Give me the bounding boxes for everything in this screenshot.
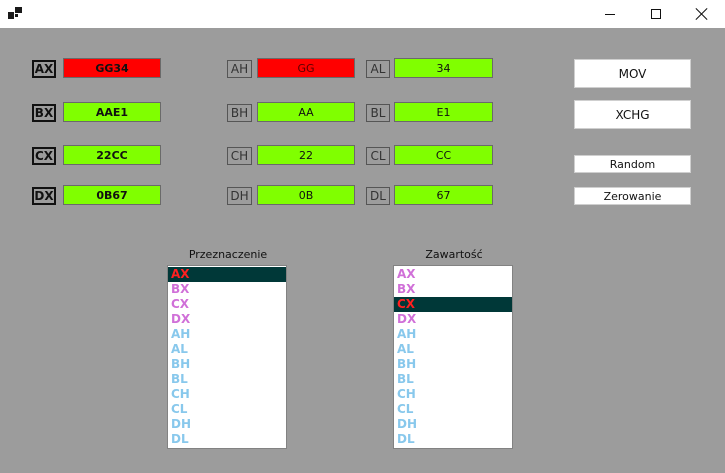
value-ax[interactable]: GG34 [63, 58, 161, 78]
destination-item-dh[interactable]: DH [168, 417, 286, 432]
source-item-dh[interactable]: DH [394, 417, 512, 432]
destination-item-bh[interactable]: BH [168, 357, 286, 372]
value-cl[interactable]: CC [394, 145, 493, 165]
source-item-dl[interactable]: DL [394, 432, 512, 447]
value-dx[interactable]: 0B67 [63, 185, 161, 205]
destination-item-bx[interactable]: BX [168, 282, 286, 297]
source-item-bh[interactable]: BH [394, 357, 512, 372]
label-dh: DH [227, 187, 252, 205]
source-item-ch[interactable]: CH [394, 387, 512, 402]
app-window-icon [8, 7, 22, 19]
value-cx[interactable]: 22CC [63, 145, 161, 165]
minimize-button[interactable] [587, 0, 633, 28]
label-bh: BH [227, 104, 252, 122]
destination-item-cl[interactable]: CL [168, 402, 286, 417]
close-button[interactable] [679, 0, 725, 28]
value-ah[interactable]: GG [257, 58, 355, 78]
label-bl: BL [366, 104, 390, 122]
source-title: Zawartość [425, 248, 483, 261]
value-bl[interactable]: E1 [394, 102, 493, 122]
source-item-al[interactable]: AL [394, 342, 512, 357]
destination-title: Przeznaczenie [188, 248, 268, 261]
minimize-icon [605, 13, 615, 15]
source-listbox[interactable]: AX BX CX DX AH AL BH BL CH CL DH DL [393, 265, 513, 449]
maximize-icon [651, 9, 661, 19]
destination-listbox[interactable]: AX BX CX DX AH AL BH BL CH CL DH DL [167, 265, 287, 449]
label-cl: CL [366, 147, 390, 165]
source-item-bl[interactable]: BL [394, 372, 512, 387]
source-item-bx[interactable]: BX [394, 282, 512, 297]
source-item-cl[interactable]: CL [394, 402, 512, 417]
destination-item-ch[interactable]: CH [168, 387, 286, 402]
label-al: AL [366, 60, 390, 78]
destination-item-ah[interactable]: AH [168, 327, 286, 342]
value-bx[interactable]: AAE1 [63, 102, 161, 122]
destination-item-al[interactable]: AL [168, 342, 286, 357]
value-bh[interactable]: AA [257, 102, 355, 122]
label-bx: BX [32, 104, 56, 122]
value-ch[interactable]: 22 [257, 145, 355, 165]
destination-item-dx[interactable]: DX [168, 312, 286, 327]
xchg-button[interactable]: XCHG [574, 100, 691, 129]
source-item-dx[interactable]: DX [394, 312, 512, 327]
destination-item-dl[interactable]: DL [168, 432, 286, 447]
label-ah: AH [227, 60, 252, 78]
destination-item-ax[interactable]: AX [168, 267, 286, 282]
value-al[interactable]: 34 [394, 58, 493, 78]
value-dh[interactable]: 0B [257, 185, 355, 205]
label-cx: CX [32, 147, 56, 165]
source-item-ah[interactable]: AH [394, 327, 512, 342]
source-item-cx[interactable]: CX [394, 297, 512, 312]
title-bar [0, 0, 725, 28]
zerowanie-button[interactable]: Zerowanie [574, 187, 691, 205]
close-icon [696, 8, 708, 20]
maximize-button[interactable] [633, 0, 679, 28]
label-dl: DL [366, 187, 390, 205]
random-button[interactable]: Random [574, 155, 691, 173]
destination-item-bl[interactable]: BL [168, 372, 286, 387]
label-ax: AX [32, 60, 56, 78]
value-dl[interactable]: 67 [394, 185, 493, 205]
destination-item-cx[interactable]: CX [168, 297, 286, 312]
label-dx: DX [32, 187, 56, 205]
source-item-ax[interactable]: AX [394, 267, 512, 282]
mov-button[interactable]: MOV [574, 59, 691, 88]
label-ch: CH [227, 147, 252, 165]
